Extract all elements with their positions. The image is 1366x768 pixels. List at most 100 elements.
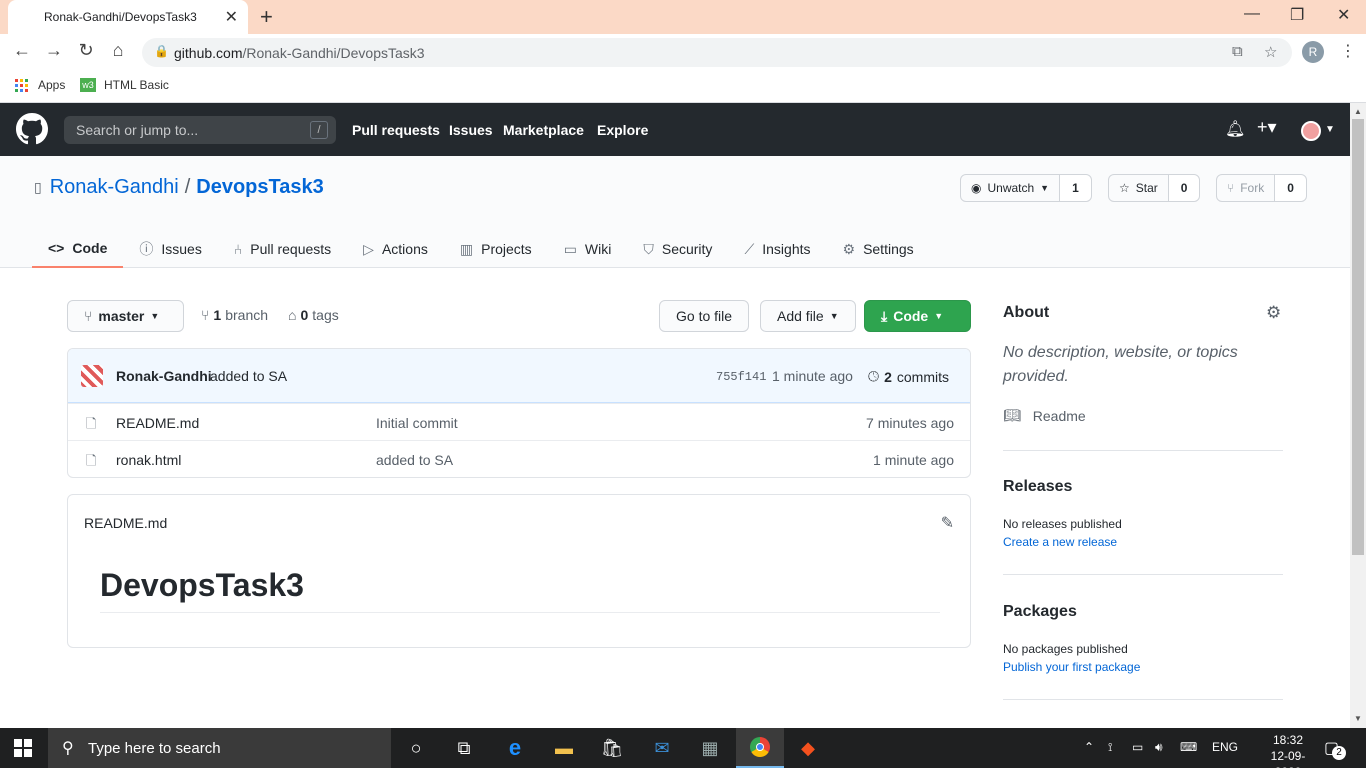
star-button[interactable]: ☆ Star 0 (1108, 174, 1201, 202)
about-description: No description, website, or topics provi… (1003, 344, 1238, 385)
issue-icon: ⓘ (139, 241, 154, 257)
releases-title[interactable]: Releases (1003, 478, 1072, 496)
cortana-icon[interactable]: ○ (392, 728, 440, 768)
watch-button[interactable]: ◉ Unwatch ▼ 1 (960, 174, 1092, 202)
commit-message[interactable]: added to SA (210, 368, 287, 384)
user-avatar[interactable] (1301, 121, 1321, 141)
close-window-icon[interactable]: ✕ (1337, 5, 1350, 25)
more-menu-icon[interactable]: ⋮ (1340, 41, 1356, 61)
nav-marketplace[interactable]: Marketplace (503, 122, 584, 138)
packages-title[interactable]: Packages (1003, 603, 1077, 621)
calculator-icon[interactable]: ▦ (686, 728, 734, 768)
reload-icon[interactable]: ↻ (75, 40, 97, 61)
tab-pull-requests[interactable]: ⑃ Pull requests (218, 230, 347, 268)
mail-icon[interactable]: ✉ (638, 728, 686, 768)
tab-projects[interactable]: ▥ Projects (444, 230, 548, 268)
address-bar[interactable]: 🔒 github.com/Ronak-Gandhi/DevopsTask3 ⧉ … (142, 38, 1292, 67)
battery-icon[interactable]: ▭ (1132, 740, 1143, 754)
chrome-browser-icon[interactable] (736, 728, 784, 768)
scroll-thumb[interactable] (1352, 119, 1364, 555)
tab-code[interactable]: <> Code (32, 230, 124, 268)
readme-link[interactable]: 📖︎ Readme (1003, 407, 1086, 424)
tab-security[interactable]: ⛉ Security (627, 230, 728, 268)
network-icon[interactable]: ⟟ (1108, 740, 1112, 755)
create-release-link[interactable]: Create a new release (1003, 535, 1117, 549)
close-tab-icon[interactable]: ✕ (225, 7, 238, 27)
bookmark-html-basic[interactable]: w3 HTML Basic (80, 78, 169, 92)
taskbar-clock[interactable]: 18:32 12-09-2020 (1263, 732, 1313, 768)
home-icon[interactable]: ⌂ (107, 40, 129, 61)
commits-link[interactable]: 🕓︎ 2 commits (868, 368, 949, 385)
scroll-up-icon[interactable]: ▲ (1350, 107, 1366, 116)
add-file-button[interactable]: Add file ▼ (760, 300, 856, 332)
tab-insights[interactable]: ⟋ Insights (728, 230, 826, 268)
restore-icon[interactable]: ❐ (1290, 5, 1304, 25)
microsoft-store-icon[interactable]: 🛍︎ (588, 728, 636, 768)
new-tab-icon[interactable]: + (260, 4, 273, 30)
gear-icon[interactable]: ⚙ (1266, 303, 1281, 323)
chrome-logo (750, 737, 770, 757)
branch-select-button[interactable]: ⑂ master ▼ (67, 300, 184, 332)
branches-link[interactable]: ⑂ 1 branch (201, 307, 268, 323)
publish-package-link[interactable]: Publish your first package (1003, 660, 1140, 674)
back-icon[interactable]: ← (11, 40, 33, 61)
github-search-input[interactable]: Search or jump to... / (64, 116, 336, 144)
go-to-file-button[interactable]: Go to file (659, 300, 750, 332)
chevron-up-icon[interactable]: ⌃ (1084, 740, 1094, 754)
tab-wiki[interactable]: ▭ Wiki (548, 230, 628, 268)
bookmark-apps[interactable]: Apps (15, 78, 65, 92)
taskbar-search-box[interactable]: ⚲ Type here to search (48, 728, 391, 768)
lock-icon: 🔒 (154, 44, 169, 58)
tab-issues[interactable]: ⓘ Issues (123, 230, 217, 268)
profile-avatar[interactable]: R (1302, 41, 1324, 63)
star-bookmark-icon[interactable]: ☆ (1264, 43, 1277, 61)
fork-button[interactable]: ⑂ Fork 0 (1216, 174, 1307, 202)
browser-tab[interactable]: Ronak-Gandhi/DevopsTask3 ✕ (8, 0, 248, 34)
readme-filename[interactable]: README.md (84, 515, 167, 531)
notification-bell-icon[interactable]: 🔔︎ (1225, 119, 1245, 139)
repo-nav-tabs: <> Code ⓘ Issues ⑃ Pull requests ▷ Actions ▥… (32, 230, 930, 268)
edge-browser-icon[interactable]: e (491, 728, 539, 768)
create-new-plus-icon[interactable]: +▾ (1257, 117, 1277, 138)
file-commit-message[interactable]: added to SA (376, 452, 453, 468)
git-app-icon[interactable]: ◆ (784, 728, 832, 768)
commit-author[interactable]: Ronak-Gandhi (116, 368, 212, 384)
browser-tab-title: Ronak-Gandhi/DevopsTask3 (44, 10, 197, 24)
fork-count[interactable]: 0 (1275, 175, 1306, 201)
file-explorer-icon[interactable]: ▬ (540, 728, 588, 768)
nav-explore[interactable]: Explore (597, 122, 648, 138)
author-avatar[interactable] (81, 365, 103, 387)
translate-icon[interactable]: ⧉ (1232, 43, 1243, 60)
tags-link[interactable]: ⌂ 0 tags (288, 307, 339, 323)
repo-owner-link[interactable]: Ronak-Gandhi (50, 176, 179, 199)
tab-actions[interactable]: ▷ Actions (347, 230, 444, 268)
code-download-button[interactable]: ⤓ Code ▼ (864, 300, 971, 332)
file-row[interactable]: 🗋︎ README.md Initial commit 7 minutes ag… (68, 403, 970, 440)
file-commit-message[interactable]: Initial commit (376, 415, 458, 431)
file-name[interactable]: README.md (116, 415, 199, 431)
volume-icon[interactable]: 🔊︎ (1155, 740, 1163, 755)
commit-sha[interactable]: 755f141 (716, 370, 766, 384)
nav-issues[interactable]: Issues (449, 122, 493, 138)
repo-name-link[interactable]: DevopsTask3 (196, 176, 323, 199)
github-logo-icon[interactable] (16, 113, 48, 145)
pencil-edit-icon[interactable]: ✎ (941, 513, 954, 533)
page-scrollbar[interactable]: ▲ ▼ (1350, 103, 1366, 728)
repo-header: ▯ Ronak-Gandhi / DevopsTask3 ◉ Unwatch ▼ 1… (0, 156, 1350, 268)
tab-settings[interactable]: ⚙ Settings (827, 230, 930, 268)
input-language[interactable]: ENG (1212, 740, 1238, 754)
task-view-icon[interactable]: ⧉ (440, 728, 488, 768)
scroll-down-icon[interactable]: ▼ (1350, 714, 1366, 723)
file-row[interactable]: 🗋︎ ronak.html added to SA 1 minute ago (68, 440, 970, 477)
keyboard-icon[interactable]: ⌨ (1180, 740, 1197, 754)
star-count[interactable]: 0 (1168, 175, 1200, 201)
nav-pull-requests[interactable]: Pull requests (352, 122, 440, 138)
forward-icon[interactable]: → (43, 40, 65, 61)
search-placeholder: Search or jump to... (76, 122, 199, 138)
minimize-icon[interactable]: — (1244, 5, 1260, 23)
chevron-down-icon[interactable]: ▼ (1325, 124, 1335, 135)
windows-start-icon[interactable] (14, 739, 32, 757)
file-name[interactable]: ronak.html (116, 452, 181, 468)
watch-count[interactable]: 1 (1060, 175, 1091, 201)
tab-insights-label: Insights (762, 241, 811, 257)
